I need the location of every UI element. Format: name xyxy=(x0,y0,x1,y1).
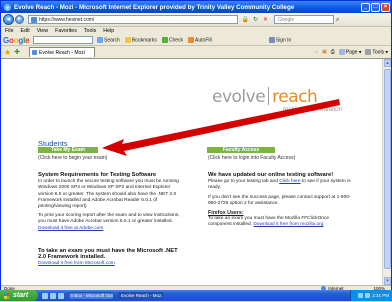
microsoft-download-link[interactable]: Download it free from Microsoft.com xyxy=(38,261,115,266)
menu-edit[interactable]: Edit xyxy=(21,28,30,34)
mozilla-download-link[interactable]: Download it free from mozilla.org xyxy=(253,222,323,227)
tools-menu[interactable]: Tools ▾ xyxy=(365,48,388,55)
taskbar-task-evolve[interactable]: Evolve Reach - Moz... xyxy=(118,291,164,300)
start-button[interactable]: start xyxy=(0,290,38,301)
search-icon[interactable]: ⌕ xyxy=(336,16,344,24)
forward-button[interactable]: ▸ xyxy=(15,15,24,24)
google-signin-button[interactable]: Sign In xyxy=(268,36,291,43)
sysreq-heading: System Requirements for Testing Software xyxy=(38,172,157,178)
user-icon xyxy=(268,36,275,43)
page-content: evolve reach testing & remediation Studen… xyxy=(1,59,391,285)
maximize-button[interactable]: □ xyxy=(371,2,380,12)
google-autofill-button[interactable]: AutoFill xyxy=(188,36,212,43)
menu-bar: File Edit View Favorites Tools Help xyxy=(1,27,391,35)
faculty-caption: (Click here to login into Faculty Access… xyxy=(208,155,296,161)
page-menu[interactable]: Page ▾ xyxy=(338,48,361,55)
address-bar[interactable]: https://www.hesinet.com/ xyxy=(28,15,238,24)
quick-launch-icon[interactable] xyxy=(50,292,56,299)
print-icon[interactable]: ⎙ xyxy=(331,49,335,55)
address-actions: 🔒 ↻ ✕ xyxy=(241,16,271,24)
feeds-icon[interactable]: ▣ xyxy=(322,49,327,55)
search-input[interactable]: Google xyxy=(274,15,334,24)
adobe-download-link[interactable]: Download it free at Adobe.com xyxy=(38,226,103,231)
gear-icon xyxy=(365,48,372,55)
firefox-paragraph: To take an exam you must have the Mozill… xyxy=(208,216,330,228)
tab-label: Evolve Reach - Mozi xyxy=(39,49,85,56)
google-toolbar: Google Search Bookmarks Check AutoFill S… xyxy=(1,35,391,46)
updated-paragraph-2: If you don't see the success page, pleas… xyxy=(208,194,351,206)
faculty-access-button[interactable]: Faculty Access xyxy=(207,147,275,153)
page-icon xyxy=(31,16,37,23)
system-requirements: System Requirements for Testing Software… xyxy=(38,172,183,235)
system-tray: 2:31 PM xyxy=(350,290,392,301)
taskbar: start Inbox - Microsoft Out... Evolve Re… xyxy=(0,290,392,301)
command-bar: ⌂ ▣ ⎙ Page ▾ Tools ▾ xyxy=(315,48,388,55)
ie-logo-icon: e xyxy=(3,3,12,11)
page-menu-icon xyxy=(338,48,345,55)
take-exam-caption: (Click here to begin your exam) xyxy=(38,155,108,161)
updated-software-note: We have updated our online testing softw… xyxy=(208,172,353,232)
updated-paragraph-1: Please go to your testing lab and Click … xyxy=(208,179,351,191)
google-bookmarks-button[interactable]: Bookmarks xyxy=(124,36,157,43)
menu-view[interactable]: View xyxy=(37,28,48,34)
refresh-icon[interactable]: ↻ xyxy=(251,16,260,24)
brand-tagline: testing & remediation xyxy=(283,106,343,113)
sysreq-paragraph-2: To print your scoring report after the e… xyxy=(38,213,180,231)
star-icon xyxy=(124,36,131,43)
clock: 2:31 PM xyxy=(372,293,389,298)
scroll-thumb[interactable] xyxy=(384,69,391,269)
title-bar: e Evolve Reach - Mozi - Microsoft Intern… xyxy=(1,1,391,13)
back-button[interactable]: ◂ xyxy=(3,14,14,25)
take-my-exam-button[interactable]: Take My Exam xyxy=(38,147,98,153)
address-row: ◂ ▸ https://www.hesinet.com/ 🔒 ↻ ✕ Googl… xyxy=(1,13,391,27)
scroll-up-icon[interactable]: ▴ xyxy=(384,59,391,67)
tab-row: ★ ✚ Evolve Reach - Mozi ⌂ ▣ ⎙ Page ▾ Too… xyxy=(1,46,391,59)
check-icon xyxy=(161,36,168,43)
search-icon xyxy=(97,36,103,43)
google-search-input[interactable] xyxy=(33,36,93,44)
click-here-link[interactable]: Click here xyxy=(279,179,300,184)
tray-icon[interactable] xyxy=(358,293,364,298)
menu-tools[interactable]: Tools xyxy=(84,28,96,34)
brand-reach: reach xyxy=(272,87,318,107)
menu-favorites[interactable]: Favorites xyxy=(55,28,77,34)
updated-heading: We have updated our online testing softw… xyxy=(208,172,334,178)
menu-help[interactable]: Help xyxy=(103,28,114,34)
net-framework-note: To take an exam you must have the Micros… xyxy=(38,248,183,268)
quick-launch-icon[interactable] xyxy=(42,292,48,299)
lock-icon: 🔒 xyxy=(241,16,250,23)
tab-evolve-reach[interactable]: Evolve Reach - Mozi xyxy=(29,47,96,57)
windows-flag-icon xyxy=(4,292,10,299)
vertical-scrollbar[interactable]: ▴ ▾ xyxy=(382,59,391,285)
minimize-button[interactable]: _ xyxy=(361,2,370,12)
scroll-down-icon[interactable]: ▾ xyxy=(384,277,391,285)
address-url: https://www.hesinet.com/ xyxy=(39,16,95,23)
net-heading: To take an exam you must have the Micros… xyxy=(38,248,178,261)
favorites-star-icon[interactable]: ★ xyxy=(4,48,11,57)
page-margin xyxy=(1,59,41,285)
stop-icon[interactable]: ✕ xyxy=(261,16,270,24)
google-tools: Search Bookmarks Check AutoFill Sign In xyxy=(97,36,291,43)
google-check-button[interactable]: Check xyxy=(161,36,183,43)
brand-logo: evolve reach testing & remediation xyxy=(212,87,342,113)
tray-icon[interactable] xyxy=(365,293,371,298)
google-search-button[interactable]: Search xyxy=(97,36,120,43)
close-button[interactable]: × xyxy=(381,2,390,12)
browser-window: e Evolve Reach - Mozi - Microsoft Intern… xyxy=(0,0,392,301)
brand-evolve: evolve xyxy=(212,87,266,107)
sysreq-paragraph-1: In order to launch the secure testing so… xyxy=(38,179,179,210)
svg-text:e: e xyxy=(6,4,9,11)
favicon-icon xyxy=(32,50,38,55)
autofill-icon xyxy=(188,36,195,43)
home-icon[interactable]: ⌂ xyxy=(315,49,318,55)
taskbar-task-outlook[interactable]: Inbox - Microsoft Out... xyxy=(68,291,114,300)
quick-launch xyxy=(42,292,64,299)
menu-file[interactable]: File xyxy=(5,28,14,34)
quick-launch-icon[interactable] xyxy=(58,292,64,299)
add-favorite-icon[interactable]: ✚ xyxy=(14,48,20,56)
google-logo: Google xyxy=(3,35,30,45)
window-title: Evolve Reach - Mozi - Microsoft Internet… xyxy=(14,3,295,11)
